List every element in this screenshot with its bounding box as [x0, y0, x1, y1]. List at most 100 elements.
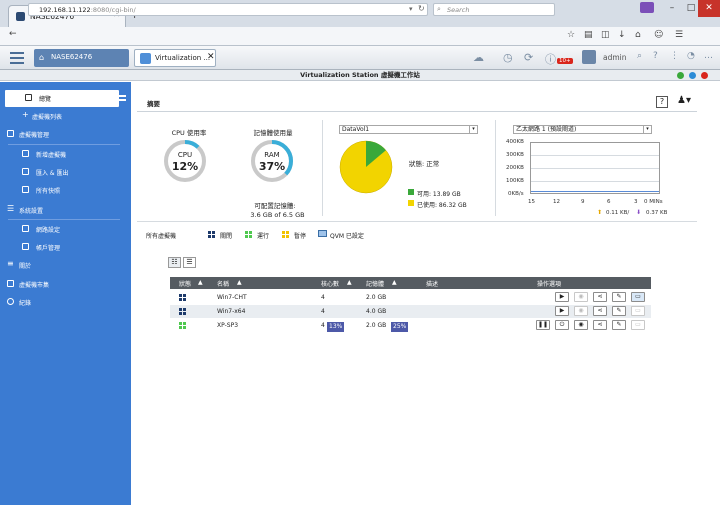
qts-app-tab[interactable]: Virtualization ... ✕ [134, 49, 216, 67]
sort-icon[interactable]: ▲ [347, 279, 352, 286]
sidebar-item-marketplace[interactable]: 虛擬機市集 [4, 276, 131, 293]
volume-select[interactable]: DataVol1 ▾ [339, 125, 478, 134]
browser-menu-icon[interactable]: ☰ [675, 30, 683, 40]
storage-used-label: 已使用: 86.32 GB [417, 202, 467, 209]
storage-free-label: 可用: 13.89 GB [417, 191, 461, 198]
browser-mask-icon[interactable] [640, 2, 654, 13]
create-vm-icon [22, 150, 29, 157]
table-row[interactable]: XP-SP3 4 13% 2.0 GB 25% ❚❚ ⏻ ◉ ⋖ ✎ ▭ [170, 319, 651, 332]
sidebar-item-import-export[interactable]: 匯入 & 匯出 [4, 164, 131, 181]
sidebar-item-vm-list[interactable]: + 虛擬機列表 [4, 108, 131, 125]
legend-running-label[interactable]: 運行 [257, 231, 269, 240]
table-row[interactable]: Win7-CHT 4 2.0 GB ▶ ◉ ⋖ ✎ ▭ [170, 291, 651, 304]
off-state-icon [179, 308, 186, 315]
notification-icon[interactable]: ⓘ [545, 51, 556, 67]
clock-icon[interactable]: ◷ [503, 51, 513, 64]
vm-memory: 4.0 GB [366, 308, 387, 315]
vm-cpu-usage-bar: 13% [327, 322, 345, 332]
close-app-tab-icon[interactable]: ✕ [207, 52, 215, 62]
sidebar-item-vm-management[interactable]: 虛擬機管理 [4, 126, 131, 143]
sidebar-item-settings[interactable]: ☰ 系統設置 [4, 202, 131, 219]
sidebar-item-accounts[interactable]: 帳戶管理 [4, 239, 131, 256]
col-memory[interactable]: 記憶體 [366, 279, 384, 288]
detail-view-icon[interactable]: ☰ [183, 257, 196, 268]
close-app-icon[interactable] [701, 72, 708, 79]
reload-icon[interactable]: ↻ [418, 4, 425, 13]
home-icon[interactable]: ⌂ [635, 30, 641, 40]
power-off-button[interactable]: ⏻ [555, 320, 569, 330]
share-icon[interactable]: ⋖ [593, 306, 607, 316]
dashboard-icon[interactable]: ◔ [687, 51, 695, 61]
more-icon[interactable]: … [704, 51, 713, 61]
maximize-app-icon[interactable] [689, 72, 696, 79]
share-icon[interactable]: ⋖ [593, 320, 607, 330]
sync-icon[interactable]: ⟳ [524, 51, 533, 64]
sidebar-item-about[interactable]: ≡ 關於 [4, 257, 131, 274]
user-menu-icon[interactable]: ♟▾ [677, 95, 691, 106]
sidebar-item-overview[interactable]: 總覽 [5, 90, 119, 107]
sidebar-item-network[interactable]: 網路設定 [4, 221, 131, 238]
url-field[interactable]: 192.168.11.122:8080/cgi-bin/ ▾ ↻ [28, 3, 428, 16]
options-icon[interactable]: ⋮ [670, 51, 679, 61]
table-row[interactable]: Win7-x64 4 4.0 GB ▶ ◉ ⋖ ✎ ▭ [170, 305, 651, 318]
used-legend-swatch [408, 200, 414, 206]
plus-icon: + [22, 110, 29, 119]
network-adapter-select[interactable]: 乙太網路 1 (預設閘道) ▾ [513, 125, 652, 134]
settings-wrench-icon[interactable]: ✎ [612, 306, 626, 316]
legend-off-label[interactable]: 關閉 [220, 231, 232, 240]
col-state[interactable]: 狀態 [179, 279, 191, 288]
collapse-sidebar-icon[interactable] [118, 95, 126, 101]
help-icon[interactable]: ? [656, 96, 668, 108]
download-icon[interactable]: ↓ [618, 30, 626, 40]
y-tick: 300KB [506, 152, 524, 158]
list-view-icon[interactable]: ☷ [168, 257, 181, 268]
storage-pie-chart [339, 140, 393, 194]
chat-icon[interactable]: ☺ [654, 30, 663, 40]
bookmark-star-icon[interactable]: ☆ [567, 30, 575, 40]
vm-name[interactable]: Win7-CHT [217, 294, 247, 301]
browser-search-field[interactable]: ⌕ Search [433, 3, 555, 16]
qvm-monitor-icon[interactable]: ▭ [631, 292, 645, 302]
username[interactable]: admin [603, 53, 627, 62]
share-icon[interactable]: ⋖ [593, 292, 607, 302]
snapshot-icon [22, 186, 29, 193]
settings-wrench-icon[interactable]: ✎ [612, 320, 626, 330]
sort-icon[interactable]: ▲ [198, 279, 203, 286]
paused-state-icon [282, 231, 289, 238]
avatar[interactable] [582, 50, 596, 64]
col-cores[interactable]: 核心數 [321, 279, 339, 288]
close-window-icon[interactable]: ✕ [698, 0, 720, 17]
sort-icon[interactable]: ▲ [392, 279, 397, 286]
sidebar-item-snapshots[interactable]: 所有快照 [4, 182, 131, 199]
summary-header: 摘要 [137, 90, 697, 112]
minimize-app-icon[interactable] [677, 72, 684, 79]
col-name[interactable]: 名稱 [217, 279, 229, 288]
cloud-icon[interactable]: ☁ [473, 51, 484, 64]
logs-icon [7, 298, 14, 305]
sidebar-item-create-vm[interactable]: 新增虛擬機 [4, 146, 131, 163]
dropdown-arrow-icon[interactable]: ▾ [409, 5, 413, 13]
main-menu-icon[interactable] [10, 52, 24, 64]
tree-icon [7, 130, 14, 137]
search-icon[interactable]: ⌕ [637, 51, 642, 61]
vm-name[interactable]: XP-SP3 [217, 322, 238, 329]
qts-home-button[interactable]: ⌂ NASE62476 [34, 49, 129, 67]
settings-wrench-icon[interactable]: ✎ [612, 292, 626, 302]
back-icon[interactable]: ← [9, 29, 17, 39]
app-title-bar: Virtualization Station 虛擬機工作站 [0, 70, 720, 81]
vm-cores: 4 [321, 322, 325, 329]
x-tick: 9 [581, 199, 585, 205]
console-eye-icon[interactable]: ◉ [574, 320, 588, 330]
sort-icon[interactable]: ▲ [237, 279, 242, 286]
help-icon[interactable]: ? [653, 51, 658, 61]
reading-list-icon[interactable]: ▤ [584, 30, 593, 40]
pause-button[interactable]: ❚❚ [536, 320, 550, 330]
all-vms-label[interactable]: 所有虛擬機 [146, 231, 176, 240]
start-button[interactable]: ▶ [555, 306, 569, 316]
start-button[interactable]: ▶ [555, 292, 569, 302]
legend-paused-label[interactable]: 暫停 [294, 231, 306, 240]
legend-qvm-label[interactable]: QVM 已設定 [330, 231, 364, 240]
pocket-icon[interactable]: ◫ [601, 30, 610, 40]
vm-name[interactable]: Win7-x64 [217, 308, 245, 315]
sidebar-item-logs[interactable]: 紀錄 [4, 294, 131, 311]
